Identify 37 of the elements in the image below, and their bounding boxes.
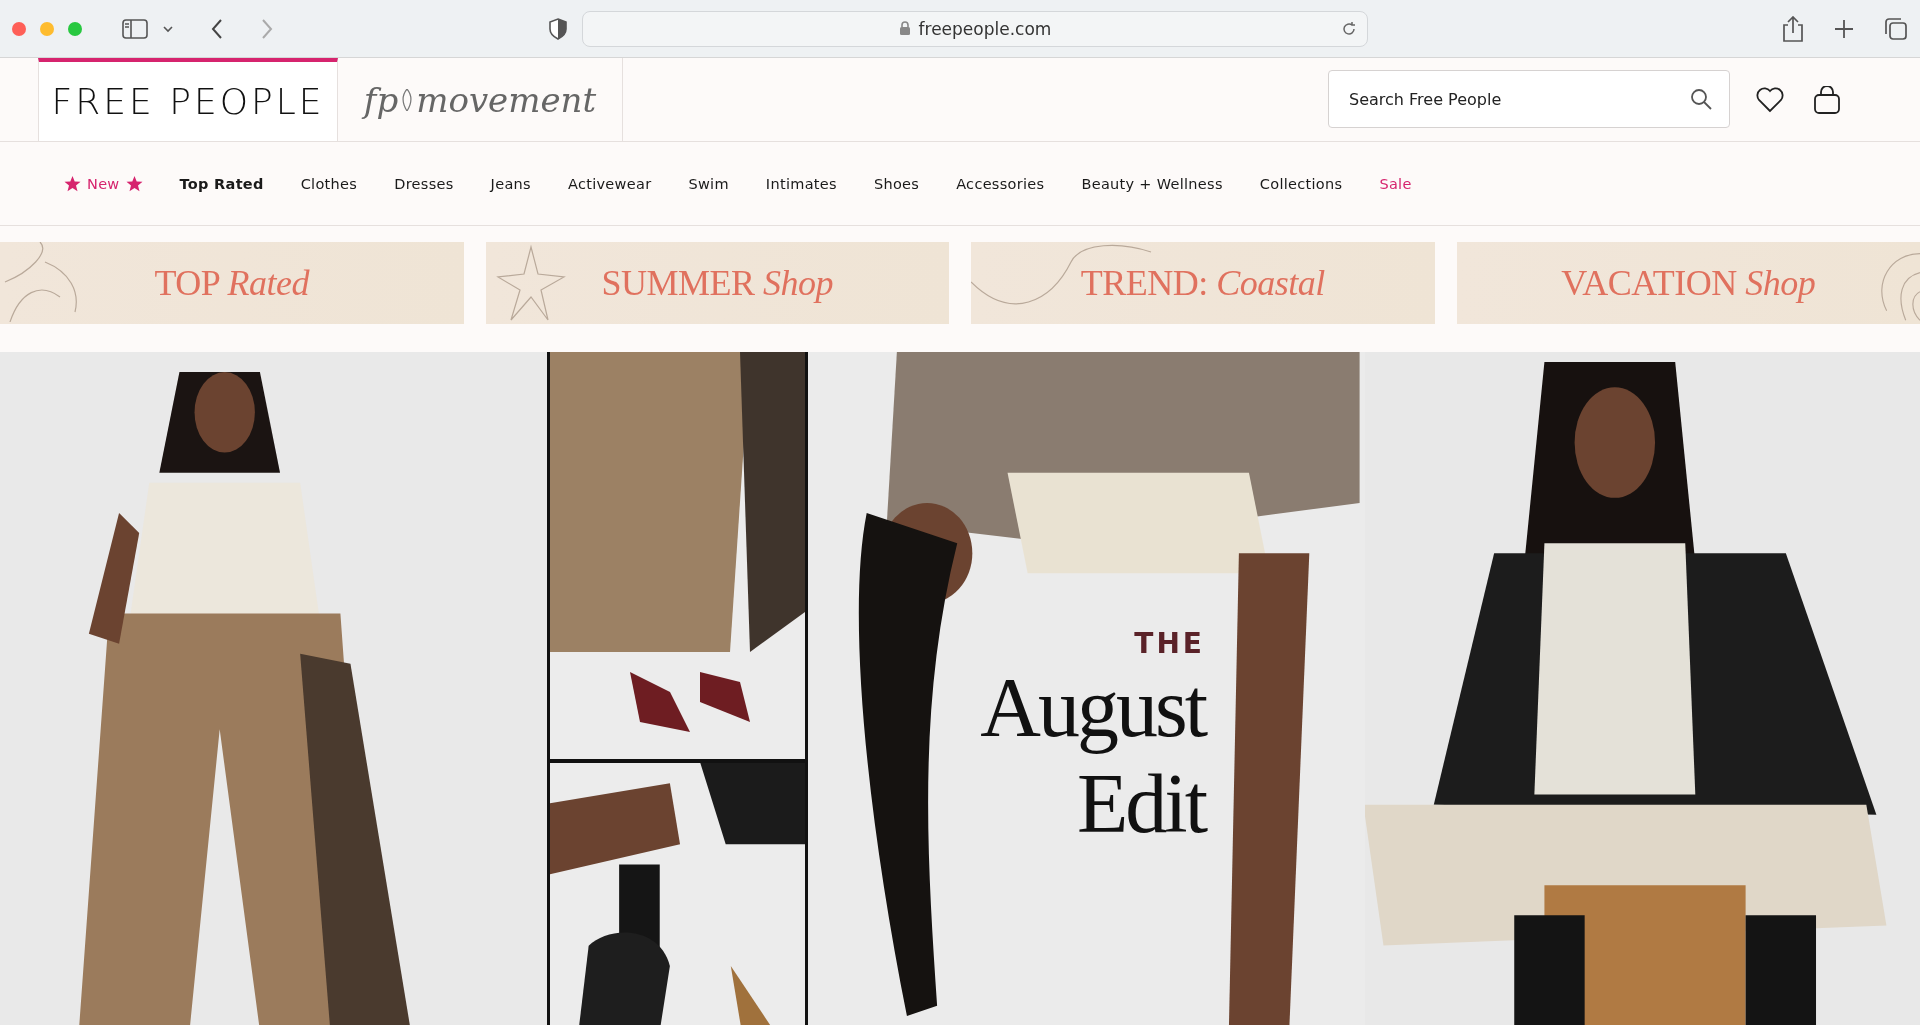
tabs-overview-icon[interactable] — [1884, 16, 1908, 41]
back-icon[interactable] — [210, 17, 224, 40]
headline-title: Edit — [1077, 756, 1205, 852]
nav-link[interactable]: Accessories — [956, 175, 1045, 192]
shell-drawing — [1880, 250, 1920, 322]
reload-icon[interactable] — [1341, 20, 1357, 37]
share-icon[interactable] — [1782, 15, 1804, 42]
lock-icon — [898, 21, 911, 36]
nav-link[interactable]: Sale — [1379, 175, 1412, 192]
search-icon[interactable] — [1690, 88, 1712, 110]
nav-link[interactable]: Beauty + Wellness — [1081, 175, 1223, 192]
shield-icon[interactable] — [548, 17, 568, 40]
shopping-bag-icon[interactable] — [1814, 85, 1840, 114]
nav-link[interactable]: Jeans — [490, 175, 531, 192]
heart-icon[interactable] — [1756, 86, 1784, 113]
nav-link[interactable]: Top Rated — [179, 175, 264, 192]
nav-link[interactable]: Activewear — [567, 175, 652, 192]
headline-kicker: THE — [1134, 627, 1205, 660]
star-icon — [64, 175, 81, 192]
leaf-icon — [402, 88, 413, 111]
star-icon — [125, 175, 143, 192]
headline-title: August — [980, 660, 1205, 756]
chevron-down-icon[interactable] — [162, 23, 174, 34]
close-window-button[interactable] — [12, 21, 26, 36]
nav-link[interactable]: Intimates — [765, 175, 837, 192]
nav-link[interactable]: Swim — [688, 175, 729, 192]
nav-link[interactable]: Shoes — [873, 175, 920, 192]
nav-link[interactable]: Dresses — [394, 175, 454, 192]
address-bar[interactable]: freepeople.com — [582, 10, 1368, 47]
nav-link[interactable]: Collections — [1259, 175, 1343, 192]
sidebar-icon[interactable] — [122, 18, 148, 39]
search-field[interactable]: Search Free People — [1328, 70, 1730, 128]
nav-link[interactable]: Clothes — [300, 175, 358, 192]
sub-brand-logo[interactable]: fp movement — [338, 58, 623, 141]
nav-link[interactable]: New — [64, 175, 143, 192]
brand-logo[interactable]: FREE PEOPLE — [38, 58, 338, 141]
new-tab-icon[interactable] — [1834, 18, 1854, 39]
